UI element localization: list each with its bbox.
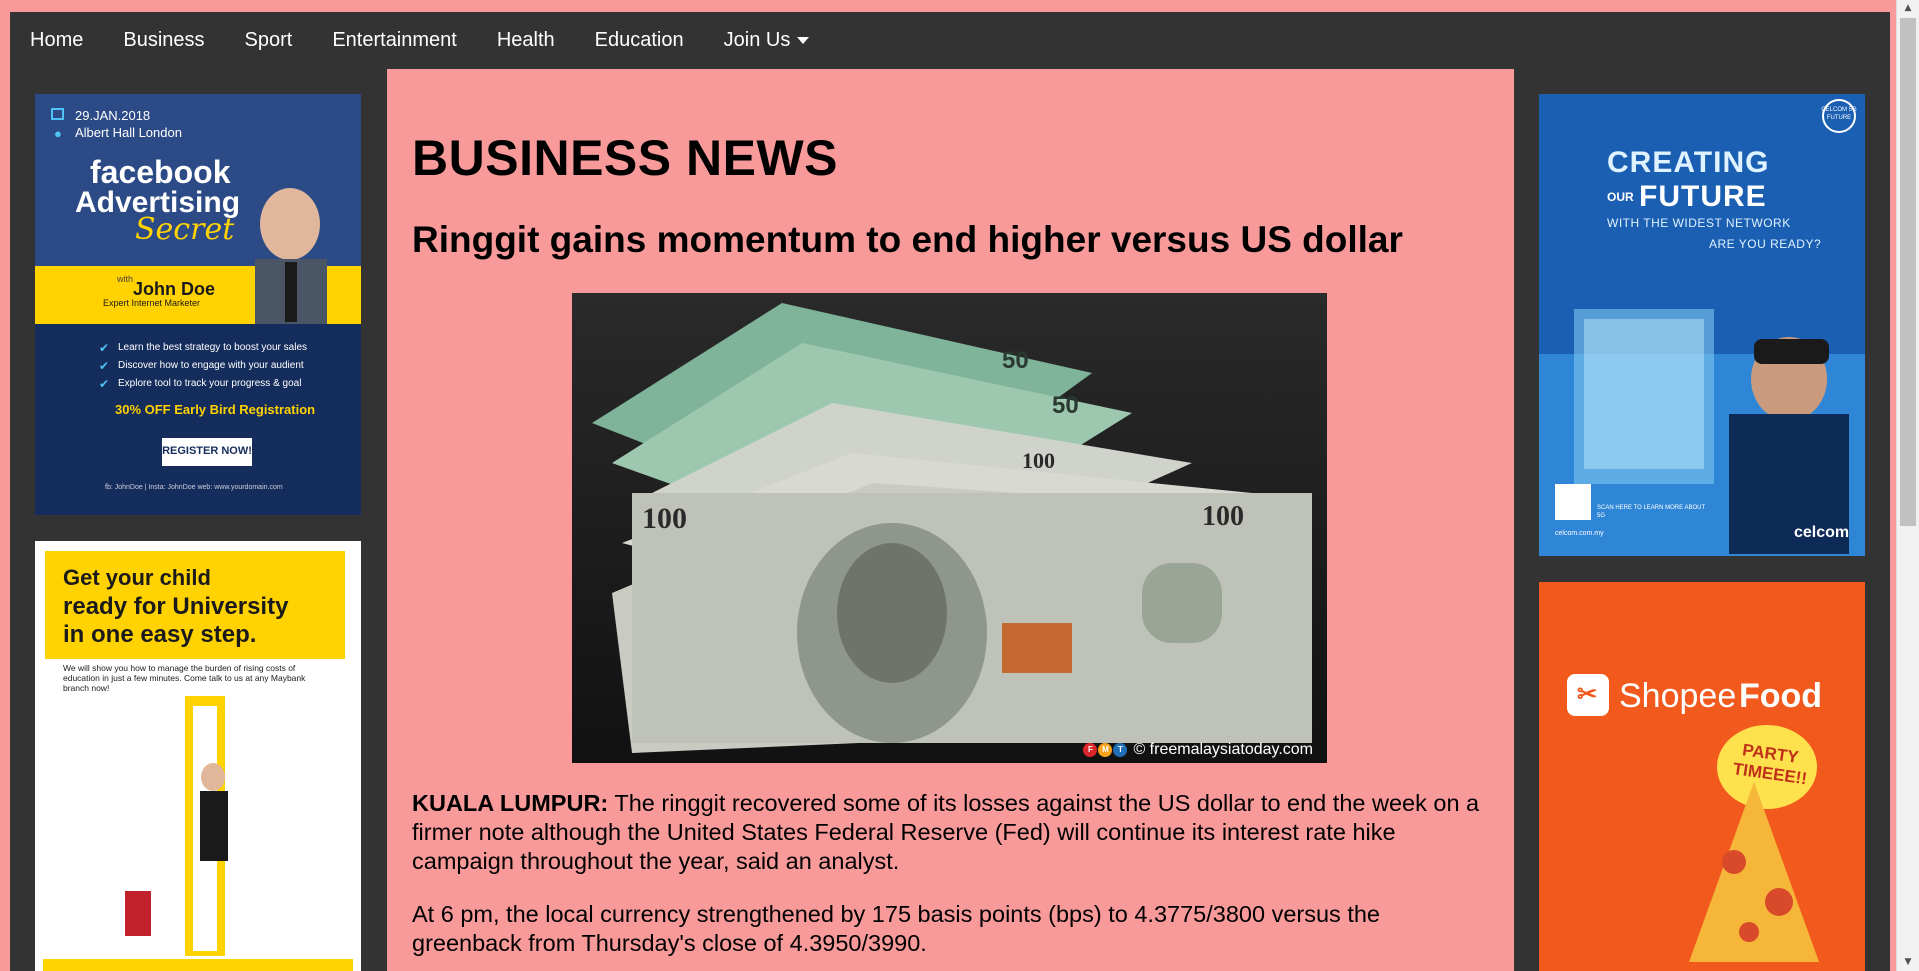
caret-down-icon <box>797 36 810 44</box>
scrollbar-thumb[interactable] <box>1900 18 1916 526</box>
ad-celcom-scan: SCAN HERE TO LEARN MORE ABOUT 5G <box>1597 505 1706 519</box>
ad-fb-with: with <box>117 274 134 284</box>
ad-celcom-line2: FUTURE <box>1639 180 1767 213</box>
ad-maybank-education[interactable]: Get your child ready for University in o… <box>35 541 361 971</box>
article-paragraph-1: KUALA LUMPUR: The ringgit recovered some… <box>412 789 1489 876</box>
ad-fb-footer: fb: JohnDoe | Insta: JohnDoe web: www.yo… <box>105 484 283 491</box>
ad-fb-register-button[interactable]: REGISTER NOW! <box>162 445 252 457</box>
ad-shopee-brand2: Food <box>1739 677 1823 715</box>
ad-celcom-url: celcom.com.my <box>1555 530 1604 537</box>
fmt-logo-f: F <box>1083 743 1098 757</box>
ad-maybank-line2: ready for University <box>63 593 289 620</box>
ad-celcom-line1: CREATING <box>1607 146 1770 179</box>
page-scrollbar[interactable]: ▲ ▼ <box>1896 0 1919 971</box>
photo-credit: F M T © freemalaysiatoday.com <box>1083 741 1313 759</box>
ad-fb-title3: Secret <box>135 212 235 247</box>
svg-text:50: 50 <box>1002 347 1029 374</box>
ad-facebook-advertising[interactable]: 29.JAN.2018 ● Albert Hall London faceboo… <box>35 94 361 515</box>
ad-celcom-line3: WITH THE WIDEST NETWORK <box>1607 216 1791 230</box>
ad-fb-offer: 30% OFF Early Bird Registration <box>115 402 316 417</box>
ad-shopeefood[interactable]: ✂ Shopee Food PARTY TIMEEE!! <box>1539 582 1865 971</box>
ad-fb-name: John Doe <box>133 279 216 299</box>
nav-join-us-label: Join Us <box>723 28 791 51</box>
nav-entertainment[interactable]: Entertainment <box>332 29 457 52</box>
article-paragraph-2: At 6 pm, the local currency strengthened… <box>412 901 1380 956</box>
ad-maybank-body: We will show you how to manage the burde… <box>63 663 306 693</box>
ad-celcom-5g[interactable]: CELCOM 5G FUTURE CREATING OUR FUTURE WIT… <box>1539 94 1865 556</box>
main-content: BUSINESS NEWS Ringgit gains momentum to … <box>387 69 1514 971</box>
photo-credit-text: © freemalaysiatoday.com <box>1133 741 1313 758</box>
nav-home[interactable]: Home <box>30 29 83 52</box>
banknotes-image: 100 100 100 50 50 <box>572 293 1327 763</box>
ad-fb-bullet-3: Explore tool to track your progress & go… <box>118 378 302 389</box>
check-icon: ✔ <box>99 377 110 391</box>
top-navbar: Home Business Sport Entertainment Health… <box>10 12 1890 68</box>
section-title: BUSINESS NEWS <box>412 130 839 186</box>
svg-text:100: 100 <box>642 502 687 535</box>
ad-shopee-brand1: Shopee <box>1619 677 1737 715</box>
shopee-bag-icon: ✂ <box>1577 681 1598 708</box>
nav-sport[interactable]: Sport <box>245 29 293 52</box>
ad-fb-date: 29.JAN.2018 <box>75 108 151 123</box>
ad-celcom-badge: CELCOM 5G FUTURE <box>1821 107 1857 121</box>
article-photo[interactable]: 100 100 100 50 50 F M T © freemalaysiato… <box>572 293 1327 763</box>
nav-business[interactable]: Business <box>123 29 204 52</box>
ad-celcom-line4: ARE YOU READY? <box>1709 237 1822 251</box>
ad-fb-bullet-1: Learn the best strategy to boost your sa… <box>118 342 307 353</box>
article-body: KUALA LUMPUR: The ringgit recovered some… <box>412 789 1489 971</box>
article-headline[interactable]: Ringgit gains momentum to end higher ver… <box>412 219 1489 261</box>
nav-health[interactable]: Health <box>497 29 555 52</box>
ad-shopee-background <box>1539 582 1865 971</box>
ad-fb-venue: Albert Hall London <box>75 125 182 140</box>
nav-education[interactable]: Education <box>595 29 684 52</box>
calendar-icon <box>51 108 64 120</box>
fmt-logo-icon: F M T <box>1083 743 1128 757</box>
fmt-logo-t: T <box>1113 743 1128 757</box>
ad-fb-role: Expert Internet Marketer <box>103 298 201 308</box>
svg-text:100: 100 <box>1202 501 1244 532</box>
ad-celcom-line2-small: OUR <box>1607 190 1634 204</box>
check-icon: ✔ <box>99 341 110 355</box>
article-dateline: KUALA LUMPUR: <box>412 790 609 816</box>
svg-text:50: 50 <box>1052 392 1079 419</box>
svg-text:100: 100 <box>1022 448 1055 473</box>
ad-maybank-line1: Get your child <box>63 565 211 590</box>
nav-join-us-dropdown[interactable]: Join Us <box>724 29 810 52</box>
ad-fb-bullet-2: Discover how to engage with your audient <box>118 360 304 371</box>
scroll-up-arrow-icon[interactable]: ▲ <box>1897 0 1919 17</box>
check-icon: ✔ <box>99 359 110 373</box>
location-pin-icon: ● <box>54 126 62 141</box>
ad-maybank-line3: in one easy step. <box>63 621 257 648</box>
scroll-down-arrow-icon[interactable]: ▼ <box>1897 954 1919 971</box>
ad-celcom-brand: celcom <box>1794 524 1850 541</box>
fmt-logo-m: M <box>1098 743 1113 757</box>
